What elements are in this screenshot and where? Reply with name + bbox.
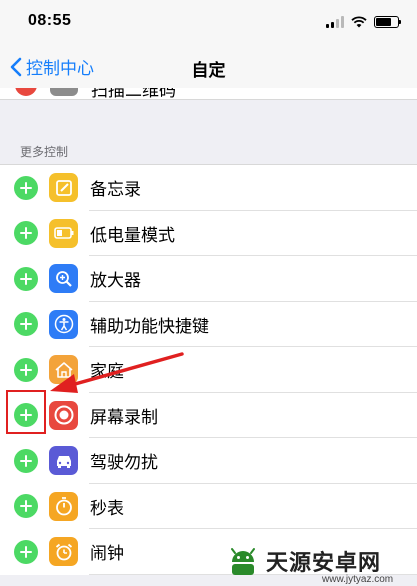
home-icon xyxy=(49,355,78,385)
list-item-low-power-mode[interactable]: 低电量模式 xyxy=(0,211,417,257)
more-controls-list: 备忘录 低电量模式 放大器 辅助功能快捷键 家庭 屏幕录制 驾驶勿扰 秒表 闹钟 xyxy=(0,164,417,575)
add-button[interactable] xyxy=(14,221,38,246)
list-item-notes[interactable]: 备忘录 xyxy=(0,165,417,211)
status-time: 08:55 xyxy=(28,12,72,29)
row-label: 低电量模式 xyxy=(90,225,175,245)
add-button[interactable] xyxy=(14,448,38,473)
section-header: 更多控制 xyxy=(20,145,69,159)
row-label: 秒表 xyxy=(90,498,124,518)
notes-icon xyxy=(49,173,78,203)
row-label: 备忘录 xyxy=(90,180,141,200)
status-icons xyxy=(326,14,401,30)
stopwatch-icon xyxy=(49,491,78,521)
add-button[interactable] xyxy=(14,539,38,564)
list-item-do-not-disturb-driving[interactable]: 驾驶勿扰 xyxy=(0,438,417,484)
add-button[interactable] xyxy=(14,266,38,291)
add-button[interactable] xyxy=(14,312,38,337)
android-logo-icon xyxy=(231,548,255,575)
car-icon xyxy=(49,446,78,476)
remove-button[interactable] xyxy=(15,88,37,96)
cellular-signal-icon xyxy=(326,16,344,28)
status-bar: 08:55 xyxy=(0,0,417,44)
watermark-brand: 天源安卓网 xyxy=(266,550,382,575)
battery-status-icon xyxy=(374,16,401,28)
row-label: 家庭 xyxy=(90,362,124,382)
nav-bar: 控制中心 自定 xyxy=(0,44,417,88)
add-button[interactable] xyxy=(14,494,38,519)
row-label: 扫描二维码 xyxy=(91,88,176,100)
alarm-icon xyxy=(49,537,78,567)
qr-scanner-icon xyxy=(50,88,78,96)
row-label: 闹钟 xyxy=(90,544,124,564)
row-label: 驾驶勿扰 xyxy=(90,453,158,473)
list-item-magnifier[interactable]: 放大器 xyxy=(0,256,417,302)
page-title: 自定 xyxy=(191,61,226,80)
add-button[interactable] xyxy=(14,175,38,200)
list-item-screen-recording[interactable]: 屏幕录制 xyxy=(0,393,417,439)
list-item-stopwatch[interactable]: 秒表 xyxy=(0,484,417,530)
battery-icon xyxy=(49,218,78,248)
wifi-icon xyxy=(351,16,367,28)
row-label: 辅助功能快捷键 xyxy=(90,316,209,336)
annotation-highlight-box xyxy=(6,390,46,434)
watermark: 天源安卓网 www.jytyaz.com xyxy=(226,544,393,585)
accessibility-icon xyxy=(49,309,78,339)
list-item-accessibility-shortcut[interactable]: 辅助功能快捷键 xyxy=(0,302,417,348)
add-button[interactable] xyxy=(14,357,38,382)
list-item-home[interactable]: 家庭 xyxy=(0,347,417,393)
screen-record-icon xyxy=(49,400,78,430)
included-control-row[interactable]: 扫描二维码 xyxy=(0,88,417,100)
row-label: 放大器 xyxy=(90,271,141,291)
magnifier-icon xyxy=(49,264,78,294)
watermark-url: www.jytyaz.com xyxy=(322,574,394,585)
row-label: 屏幕录制 xyxy=(90,407,158,427)
